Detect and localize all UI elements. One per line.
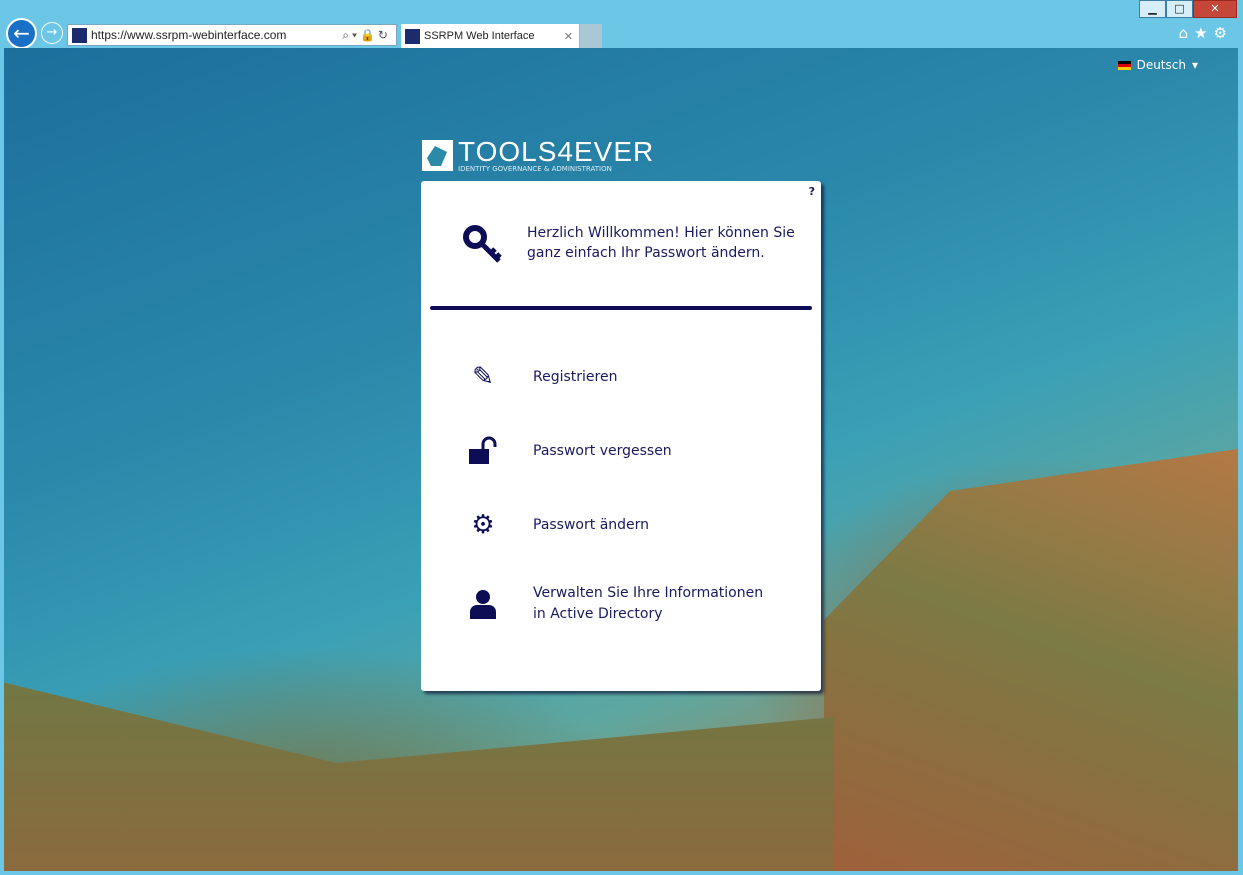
user-icon xyxy=(467,588,499,620)
menu-item-label: Passwort vergessen xyxy=(533,442,672,459)
help-button[interactable]: ? xyxy=(809,185,815,198)
divider xyxy=(430,306,812,310)
close-button[interactable]: ✕ xyxy=(1193,0,1237,18)
welcome-text: Herzlich Willkommen! Hier können Sie gan… xyxy=(527,225,795,261)
forward-button[interactable]: → xyxy=(41,22,63,44)
background-cliff xyxy=(824,448,1238,871)
close-tab-icon[interactable]: ✕ xyxy=(564,30,573,43)
menu-item-change-password[interactable]: ⚙ Passwort ändern xyxy=(467,509,773,541)
logo-tagline: IDENTITY GOVERNANCE & ADMINISTRATION xyxy=(458,165,612,173)
browser-chrome: ▁ □ ✕ ← → https://www.ssrpm-webinterface… xyxy=(0,0,1243,49)
favicon-icon xyxy=(72,27,87,43)
page-background: Deutsch ▾ TOOLS4EVER IDENTITY GOVERNANCE… xyxy=(4,48,1238,871)
back-button[interactable]: ← xyxy=(6,18,37,49)
favicon-icon xyxy=(405,28,420,44)
address-bar-icons[interactable]: ⌕▾🔒↻ xyxy=(342,28,391,43)
main-card: ? Herzlich Willkommen! Hier können Sie g… xyxy=(421,181,821,691)
url-text[interactable]: https://www.ssrpm-webinterface.com xyxy=(91,28,286,42)
menu-item-label: Registrieren xyxy=(533,368,618,385)
language-label: Deutsch xyxy=(1136,58,1186,72)
menu-item-label: Passwort ändern xyxy=(533,516,650,533)
gears-icon: ⚙ xyxy=(471,510,495,540)
menu-item-label: Verwalten Sie Ihre Informationen in Acti… xyxy=(533,585,764,622)
chevron-down-icon: ▾ xyxy=(1191,58,1198,72)
unlock-icon xyxy=(467,435,499,467)
menu-item-register[interactable]: ✎ Registrieren xyxy=(467,361,773,393)
logo-mark-icon xyxy=(422,140,453,171)
maximize-button[interactable]: □ xyxy=(1166,0,1193,18)
german-flag-icon xyxy=(1117,60,1131,70)
language-selector[interactable]: Deutsch ▾ xyxy=(1117,58,1198,72)
new-tab-button[interactable] xyxy=(580,24,602,48)
toolbar-icons[interactable]: ⌂★⚙ xyxy=(1179,24,1233,42)
address-bar[interactable]: https://www.ssrpm-webinterface.com ⌕▾🔒↻ xyxy=(67,24,397,46)
window-controls: ▁ □ ✕ xyxy=(1139,0,1237,18)
tab-title: SSRPM Web Interface xyxy=(424,30,535,42)
logo-name: TOOLS4EVER xyxy=(458,136,655,167)
key-icon xyxy=(463,225,505,276)
edit-icon: ✎ xyxy=(472,362,494,392)
minimize-button[interactable]: ▁ xyxy=(1139,0,1166,18)
menu-item-forgot-password[interactable]: Passwort vergessen xyxy=(467,435,773,467)
menu-item-manage-ad-info[interactable]: Verwalten Sie Ihre Informationen in Acti… xyxy=(467,583,773,625)
tab-ssrpm[interactable]: SSRPM Web Interface ✕ xyxy=(401,24,579,48)
